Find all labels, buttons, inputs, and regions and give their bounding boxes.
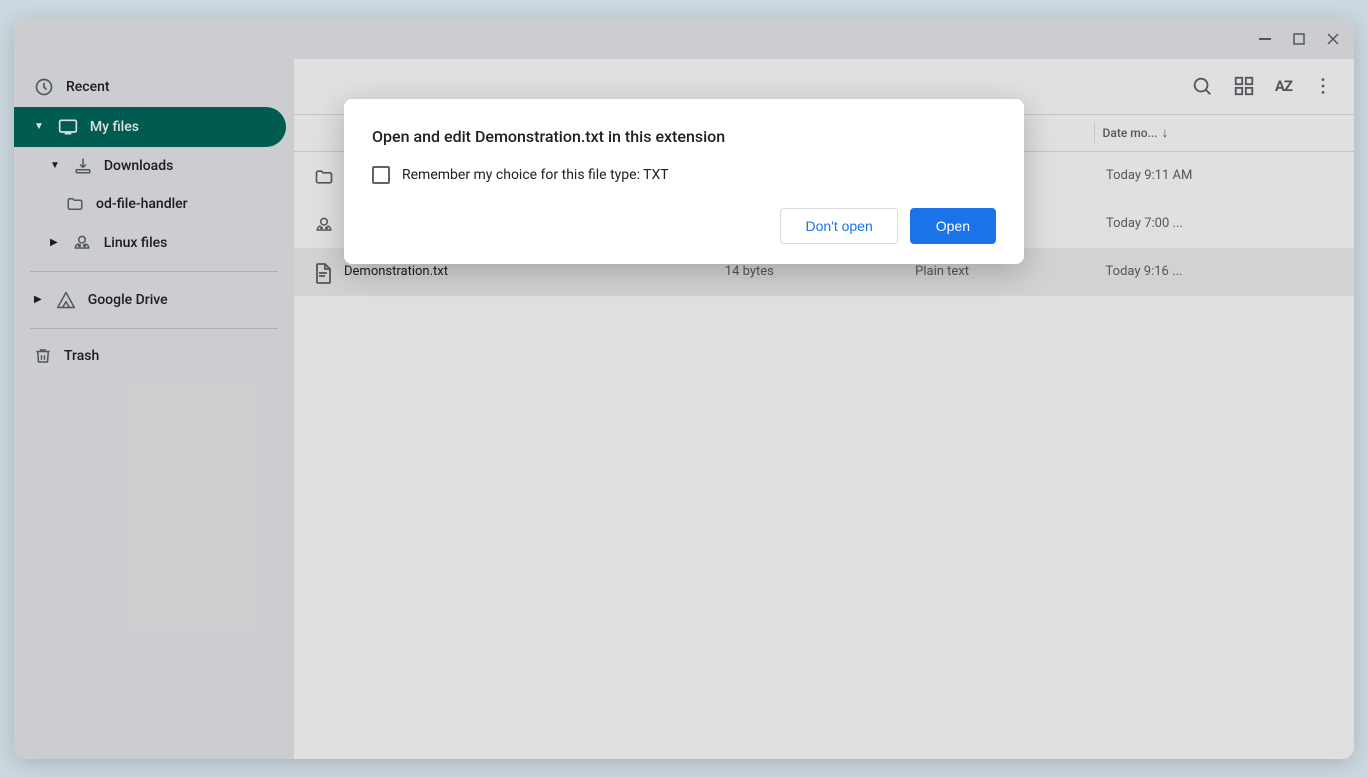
remember-choice-label: Remember my choice for this file type: T…	[402, 167, 669, 183]
dont-open-button[interactable]: Don't open	[780, 208, 897, 244]
modal-overlay: Open and edit Demonstration.txt in this …	[14, 19, 1354, 759]
open-button[interactable]: Open	[910, 208, 996, 244]
dialog-actions: Don't open Open	[372, 204, 996, 244]
dialog-title: Open and edit Demonstration.txt in this …	[372, 127, 996, 146]
remember-choice-checkbox[interactable]	[372, 166, 390, 184]
open-file-dialog: Open and edit Demonstration.txt in this …	[344, 99, 1024, 264]
dialog-checkbox-row: Remember my choice for this file type: T…	[372, 166, 996, 184]
app-window: Recent ▼ My files ▼ Downloads	[14, 19, 1354, 759]
